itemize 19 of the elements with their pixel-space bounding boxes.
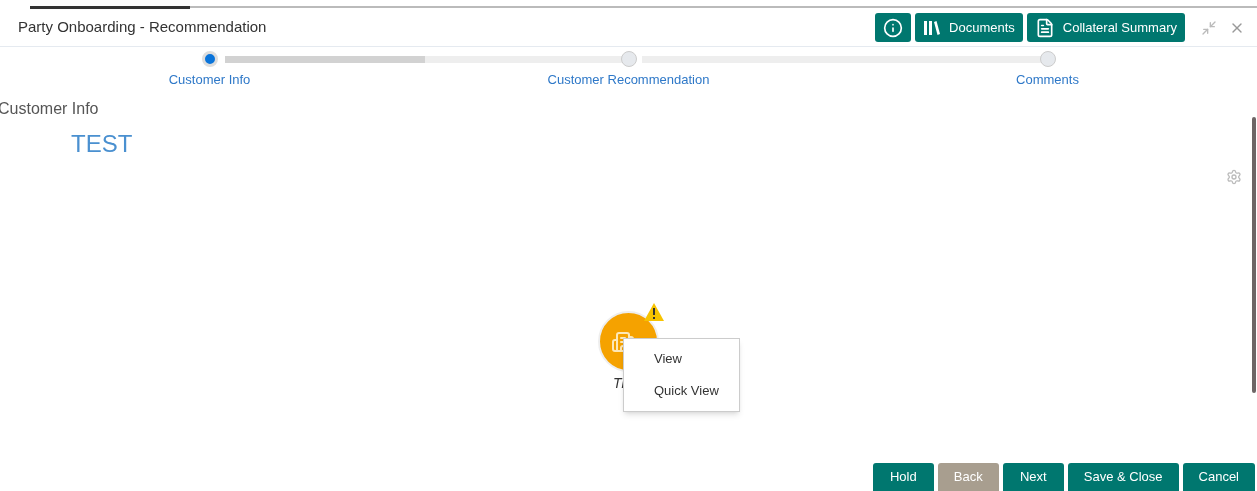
info-icon (883, 17, 904, 38)
scrollbar[interactable] (1252, 117, 1256, 393)
menu-item[interactable]: View (624, 343, 739, 375)
footer-button[interactable]: Cancel (1182, 463, 1255, 491)
documents-button[interactable]: Documents (915, 13, 1023, 42)
menu-item[interactable]: Quick View (624, 375, 739, 407)
collateral-summary-button[interactable]: Collateral Summary (1026, 13, 1185, 42)
minimize-icon[interactable] (1201, 19, 1217, 36)
books-icon (923, 19, 942, 36)
step-label[interactable]: Customer Info (168, 70, 251, 90)
settings-icon[interactable] (1226, 169, 1242, 185)
customer-name: TEST (71, 129, 134, 159)
window-title: Party Onboarding - Recommendation (18, 17, 268, 38)
footer-button[interactable]: Save & Close (1067, 463, 1179, 491)
step-label[interactable]: Customer Recommendation (547, 70, 710, 90)
step-label[interactable]: Comments (1016, 70, 1079, 90)
footer-button[interactable]: Hold (872, 463, 934, 491)
info-button[interactable] (875, 13, 912, 42)
footer-button[interactable]: Next (1002, 463, 1064, 491)
